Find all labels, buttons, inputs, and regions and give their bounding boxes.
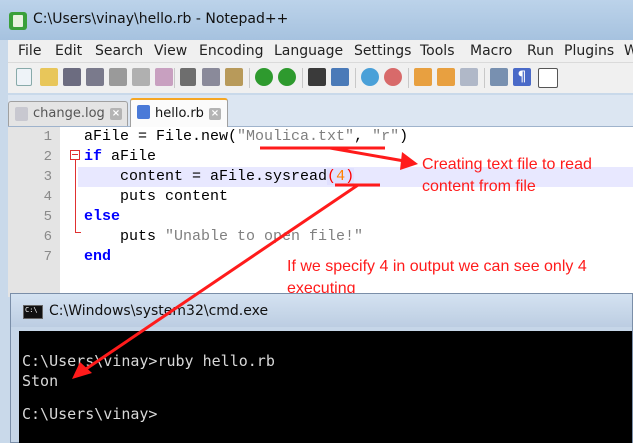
close-all-icon[interactable] — [132, 68, 150, 86]
zoom-in-icon[interactable] — [361, 68, 379, 86]
cmd-app-icon — [23, 305, 43, 319]
line-number: 7 — [43, 249, 52, 265]
code-text: puts content — [84, 188, 229, 205]
menu-encoding[interactable]: Encoding — [199, 43, 264, 59]
line-number: 1 — [43, 129, 52, 145]
cmd-title-bar[interactable]: C:\Windows\system32\cmd.exe — [11, 294, 632, 327]
code-number: 4 — [336, 168, 346, 185]
toolbar-separator — [484, 68, 485, 88]
code-keyword: end — [84, 248, 112, 265]
code-line-1: aFile = File.new("Moulica.txt", "r") — [84, 128, 408, 145]
line-number: 5 — [43, 209, 52, 225]
annotation-note-1-line-1: Creating text file to read — [422, 156, 592, 173]
cmd-window: C:\Windows\system32\cmd.exe C:\Users\vin… — [10, 293, 633, 443]
annotation-note-2-line-1: If we specify 4 in output we can see onl… — [287, 258, 587, 275]
code-paren: ) — [345, 168, 355, 185]
toolbar-separator — [249, 68, 250, 88]
window-title: C:\Users\vinay\hello.rb - Notepad++ — [33, 11, 289, 27]
tab-hello-rb[interactable]: hello.rb × — [130, 98, 228, 128]
sync-horizontal-icon[interactable] — [437, 68, 455, 86]
menu-settings[interactable]: Settings — [354, 43, 411, 59]
code-line-3: content = aFile.sysread(4) — [84, 168, 355, 185]
code-keyword: if — [84, 148, 103, 165]
redo-icon[interactable] — [278, 68, 296, 86]
code-line-4: puts content — [84, 188, 228, 205]
close-tab-icon[interactable]: × — [209, 108, 221, 120]
fold-guide — [75, 160, 76, 232]
code-keyword: else — [84, 208, 121, 225]
close-tab-icon[interactable]: × — [110, 108, 122, 120]
cmd-console[interactable]: C:\Users\vinay>ruby hello.rb Ston C:\Use… — [19, 331, 632, 443]
replace-icon[interactable] — [331, 68, 349, 86]
menu-window[interactable]: W — [624, 43, 633, 59]
code-line-5: else — [84, 208, 120, 225]
title-bar[interactable]: C:\Users\vinay\hello.rb - Notepad++ — [0, 0, 633, 40]
toolbar-separator — [174, 68, 175, 88]
toolbar-separator — [408, 68, 409, 88]
menu-search[interactable]: Search — [95, 43, 143, 59]
line-number-gutter: 1 2 3 4 5 6 7 — [8, 127, 61, 297]
code-text: aFile — [102, 148, 157, 165]
open-file-icon[interactable] — [40, 68, 58, 86]
word-wrap-icon[interactable] — [460, 68, 478, 86]
close-icon[interactable] — [109, 68, 127, 86]
paste-icon[interactable] — [225, 68, 243, 86]
annotation-note-1-line-2: content from file — [422, 178, 536, 195]
tab-label: hello.rb — [155, 106, 204, 121]
line-number: 3 — [43, 169, 52, 185]
undo-icon[interactable] — [255, 68, 273, 86]
show-all-chars-icon[interactable] — [490, 68, 508, 86]
menu-macro[interactable]: Macro — [470, 43, 512, 59]
zoom-out-icon[interactable] — [384, 68, 402, 86]
fold-guide-end — [75, 232, 81, 233]
menu-plugins[interactable]: Plugins — [564, 43, 614, 59]
document-icon — [15, 107, 28, 121]
copy-icon[interactable] — [202, 68, 220, 86]
menu-edit[interactable]: Edit — [55, 43, 82, 59]
line-number: 4 — [43, 189, 52, 205]
tab-bar: change.log × hello.rb × — [8, 95, 633, 128]
console-line: C:\Users\vinay> — [22, 405, 158, 423]
save-icon[interactable] — [63, 68, 81, 86]
menu-language[interactable]: Language — [274, 43, 343, 59]
code-string: "Moulica.txt" — [237, 128, 355, 145]
sync-vertical-icon[interactable] — [414, 68, 432, 86]
paragraph-icon[interactable]: ¶ — [513, 68, 531, 86]
tab-change-log[interactable]: change.log × — [8, 101, 128, 126]
menu-bar: File Edit Search View Encoding Language … — [8, 40, 633, 63]
toolbar: ¶ — [8, 63, 633, 93]
menu-file[interactable]: File — [18, 43, 41, 59]
code-text: ) — [399, 128, 409, 145]
console-line: Ston — [22, 372, 59, 390]
console-line: C:\Users\vinay>ruby hello.rb — [22, 352, 275, 370]
line-number: 6 — [43, 229, 52, 245]
code-text: content = aFile.sysread — [84, 168, 328, 185]
menu-run[interactable]: Run — [527, 43, 554, 59]
indent-guide-icon[interactable] — [538, 68, 558, 88]
cmd-window-title: C:\Windows\system32\cmd.exe — [49, 303, 269, 319]
toolbar-separator — [302, 68, 303, 88]
code-text: aFile = File.new( — [84, 128, 238, 145]
notepadpp-app-icon — [9, 12, 27, 30]
fold-toggle-icon[interactable] — [70, 150, 80, 160]
cut-icon[interactable] — [180, 68, 196, 86]
code-line-2: if aFile — [84, 148, 156, 165]
line-number: 2 — [43, 149, 52, 165]
menu-view[interactable]: View — [154, 43, 187, 59]
code-line-7: end — [84, 248, 111, 265]
code-string: "r" — [372, 128, 400, 145]
menu-tools[interactable]: Tools — [420, 43, 455, 59]
save-all-icon[interactable] — [86, 68, 104, 86]
tab-label: change.log — [33, 106, 105, 121]
save-document-icon — [137, 105, 150, 119]
code-line-6: puts "Unable to open file!" — [84, 228, 363, 245]
new-file-icon[interactable] — [16, 68, 32, 86]
code-text: puts — [84, 228, 166, 245]
code-string: "Unable to open file!" — [165, 228, 364, 245]
toolbar-separator — [355, 68, 356, 88]
code-paren: ( — [327, 168, 337, 185]
print-icon[interactable] — [155, 68, 173, 86]
find-icon[interactable] — [308, 68, 326, 86]
code-text: , — [354, 128, 373, 145]
